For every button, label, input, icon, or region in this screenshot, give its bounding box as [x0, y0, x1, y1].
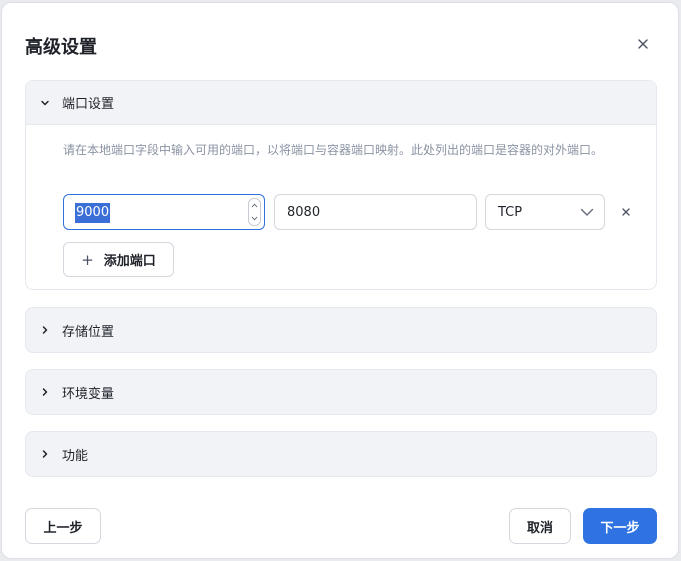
stepper-down-icon[interactable] [251, 216, 258, 221]
stepper-up-icon[interactable] [251, 203, 258, 208]
env-vars-section[interactable]: 环境变量 [25, 369, 657, 415]
protocol-value: TCP [498, 204, 523, 220]
chevron-down-icon [580, 208, 594, 216]
close-icon [622, 208, 630, 216]
env-vars-label: 环境变量 [62, 386, 115, 402]
add-port-label: 添加端口 [103, 254, 156, 269]
env-vars-header[interactable]: 环境变量 [26, 370, 656, 414]
local-port-value: 9000 [75, 203, 111, 223]
chevron-down-icon [38, 96, 52, 110]
chevron-right-icon [38, 323, 52, 337]
remove-port-button[interactable] [618, 204, 634, 220]
chevron-right-icon [38, 447, 52, 461]
port-settings-section: 端口设置 请在本地端口字段中输入可用的端口，以将端口与容器端口映射。此处列出的端… [25, 80, 657, 290]
dialog-title: 高级设置 [25, 37, 97, 58]
close-icon [638, 39, 648, 49]
features-label: 功能 [62, 448, 89, 464]
local-port-input[interactable]: 9000 [63, 194, 265, 230]
storage-label: 存储位置 [62, 324, 115, 340]
add-port-button[interactable]: + 添加端口 [63, 242, 174, 277]
plus-icon: + [81, 250, 94, 269]
cancel-button[interactable]: 取消 [509, 508, 571, 544]
next-step-button[interactable]: 下一步 [583, 508, 657, 544]
close-button[interactable] [632, 33, 654, 55]
container-port-input[interactable]: 8080 [274, 194, 477, 230]
advanced-settings-dialog: 高级设置 端口设置 请在本地端口字段中输入可用的端口，以将端口与容器端口映射。此… [1, 2, 679, 559]
local-port-stepper[interactable] [248, 198, 261, 226]
prev-step-button[interactable]: 上一步 [25, 508, 101, 544]
chevron-right-icon [38, 385, 52, 399]
port-settings-header[interactable]: 端口设置 [26, 81, 656, 125]
port-settings-label: 端口设置 [62, 97, 115, 112]
storage-section[interactable]: 存储位置 [25, 307, 657, 353]
storage-header[interactable]: 存储位置 [26, 308, 656, 352]
container-port-value: 8080 [287, 204, 321, 220]
protocol-select[interactable]: TCP [485, 194, 605, 230]
features-header[interactable]: 功能 [26, 432, 656, 476]
features-section[interactable]: 功能 [25, 431, 657, 477]
port-settings-description: 请在本地端口字段中输入可用的端口，以将端口与容器端口映射。此处列出的端口是容器的… [63, 143, 604, 157]
